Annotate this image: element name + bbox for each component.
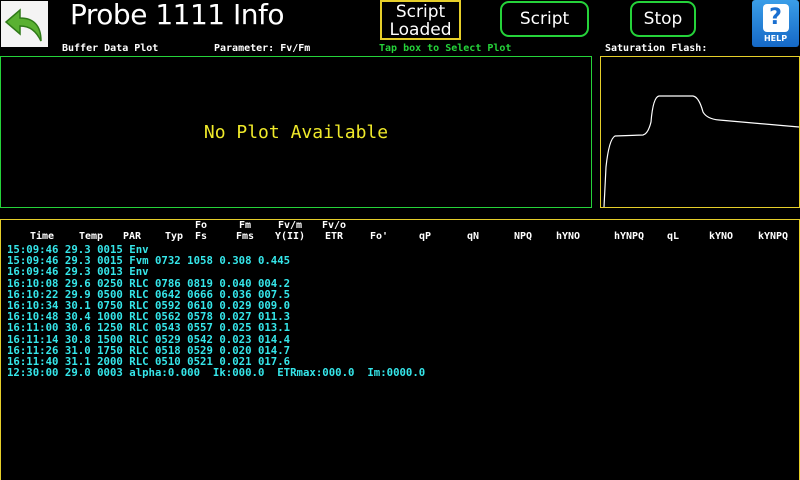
column-header-top bbox=[663, 220, 683, 231]
table-row: 16:11:00 30.6 1250 RLC 0543 0557 0.025 0… bbox=[7, 321, 291, 335]
column-header: kYNPQ bbox=[752, 220, 794, 242]
column-header: NPQ bbox=[510, 220, 536, 242]
help-question-icon: ? bbox=[762, 4, 789, 32]
column-header: qP bbox=[415, 220, 435, 242]
script-button[interactable]: Script bbox=[500, 1, 589, 37]
column-header-bottom: qL bbox=[666, 231, 680, 242]
column-header-bottom: qN bbox=[466, 231, 480, 242]
column-header: qN bbox=[462, 220, 484, 242]
no-plot-message: No Plot Available bbox=[203, 121, 389, 143]
column-header: hYNPQ bbox=[608, 220, 650, 242]
buffer-plot-area[interactable]: No Plot Available bbox=[0, 56, 592, 208]
help-label: HELP bbox=[763, 34, 788, 43]
column-header-top: Fv/o bbox=[321, 220, 347, 231]
page-title: Probe 1111 Info bbox=[70, 0, 284, 31]
column-header: Temp bbox=[78, 220, 104, 242]
column-header-top bbox=[118, 220, 146, 231]
column-header-top bbox=[510, 220, 536, 231]
column-header-bottom: kYNO bbox=[708, 231, 734, 242]
column-header-top bbox=[551, 220, 585, 231]
column-header: Fo' bbox=[365, 220, 393, 242]
back-button[interactable] bbox=[1, 1, 48, 47]
buffer-plot-label: Buffer Data Plot bbox=[62, 43, 159, 54]
column-header-bottom: PAR bbox=[122, 231, 142, 242]
column-header-top bbox=[415, 220, 435, 231]
column-header-bottom: Y(II) bbox=[274, 231, 306, 242]
saturation-flash-curve-svg bbox=[603, 95, 799, 207]
table-row: 12:30:00 29.0 0003 alpha:0.000 Ik:000.0 … bbox=[7, 366, 426, 380]
column-header: Fv/m Y(II) bbox=[270, 220, 310, 242]
column-header-top bbox=[462, 220, 484, 231]
column-header: qL bbox=[663, 220, 683, 242]
column-header-top: Fm bbox=[238, 220, 252, 231]
column-header-top bbox=[78, 220, 104, 231]
saturation-flash-curve bbox=[603, 95, 799, 207]
tap-hint-label: Tap box to Select Plot bbox=[379, 43, 512, 54]
column-header: hYNO bbox=[551, 220, 585, 242]
column-header-top bbox=[160, 220, 188, 231]
back-arrow-icon bbox=[4, 8, 42, 42]
column-header-top bbox=[703, 220, 739, 231]
status-line-2: Loaded bbox=[389, 20, 452, 40]
column-header-bottom: Temp bbox=[78, 231, 104, 242]
column-header-top: Fo bbox=[194, 220, 208, 231]
column-header-bottom: qP bbox=[418, 231, 432, 242]
column-header-top bbox=[752, 220, 794, 231]
parameter-label: Parameter: Fv/Fm bbox=[214, 43, 311, 54]
column-header-bottom: kYNPQ bbox=[757, 231, 789, 242]
column-header: kYNO bbox=[703, 220, 739, 242]
column-header-bottom: Fs bbox=[194, 231, 208, 242]
column-header: Typ bbox=[160, 220, 188, 242]
column-header: Fo Fs bbox=[189, 220, 213, 242]
script-status-box: Script Loaded bbox=[380, 0, 461, 40]
column-header-top bbox=[22, 220, 62, 231]
column-header-bottom: hYNPQ bbox=[613, 231, 645, 242]
column-header-bottom: ETR bbox=[324, 231, 344, 242]
column-header-bottom: Fms bbox=[235, 231, 255, 242]
saturation-flash-label: Saturation Flash: bbox=[605, 43, 708, 54]
data-table-rows: 15:09:46 29.3 0015 Env 15:09:46 29.3 0015… bbox=[7, 244, 426, 380]
help-button[interactable]: ? HELP bbox=[752, 0, 799, 47]
column-header: Time bbox=[22, 220, 62, 242]
saturation-flash-plot bbox=[600, 56, 800, 208]
column-header-bottom: Time bbox=[29, 231, 55, 242]
column-header-bottom: Fo' bbox=[369, 231, 389, 242]
stop-button[interactable]: Stop bbox=[630, 1, 696, 37]
column-header: PAR bbox=[118, 220, 146, 242]
column-header-top bbox=[608, 220, 650, 231]
column-header-top bbox=[365, 220, 393, 231]
column-header: Fm Fms bbox=[230, 220, 260, 242]
status-line-1: Script bbox=[395, 2, 446, 22]
column-header-bottom: hYNO bbox=[555, 231, 581, 242]
column-header-bottom: Typ bbox=[164, 231, 184, 242]
column-header-bottom: NPQ bbox=[513, 231, 533, 242]
table-row: 16:09:46 29.3 0013 Env bbox=[7, 265, 149, 279]
column-header-top: Fv/m bbox=[277, 220, 303, 231]
column-header: Fv/o ETR bbox=[318, 220, 350, 242]
